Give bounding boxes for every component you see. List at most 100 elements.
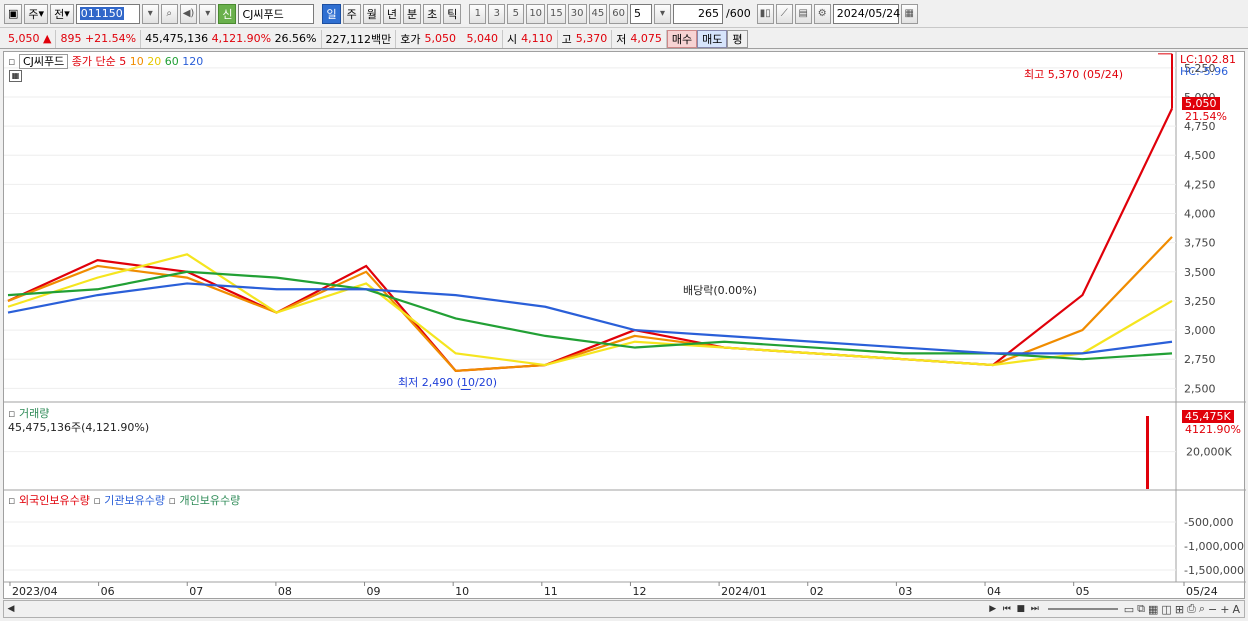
sound-icon[interactable]: ◀)	[179, 3, 198, 24]
interval-dropdown-icon[interactable]: ▾	[653, 3, 671, 24]
volume-value-label: 45,475,136주(4,121.90%)	[8, 421, 150, 434]
ma5-legend[interactable]: 5	[119, 55, 126, 68]
chart-window-icon[interactable]: ▣	[4, 3, 23, 24]
ma60-legend[interactable]: 60	[165, 55, 179, 68]
high-annotation: 최고 5,370 (05/24)	[1024, 68, 1124, 81]
period-main-label: 주	[28, 7, 39, 21]
period-prev-label: 전	[54, 7, 65, 21]
scroll-right-icon[interactable]: ▶	[986, 602, 1000, 616]
period-main-select[interactable]: 주 ▾	[24, 3, 49, 24]
period-day-button[interactable]: 일	[322, 3, 341, 24]
price-tick-label: 4,500	[1184, 149, 1216, 162]
chart-canvas[interactable]: 5,2505,0004,7504,5004,2504,0003,7503,500…	[4, 52, 1246, 600]
minus-icon[interactable]: −	[1208, 603, 1217, 616]
foreign-legend[interactable]: 외국인보유수량	[19, 494, 90, 507]
interval-45-button[interactable]: 45	[588, 3, 608, 24]
holding-legend: ▫ 외국인보유수량 ▫ 기관보유수량 ▫ 개인보유수량	[8, 492, 240, 508]
volume-pct-tag: 4121.90%	[1185, 423, 1241, 436]
inst-dot-icon: ▫	[93, 494, 101, 507]
ma-label[interactable]: 종가 단순	[72, 55, 116, 68]
history-dropdown-icon[interactable]: ▾	[199, 3, 217, 24]
holding-tick-label: -500,000	[1184, 516, 1233, 529]
calendar-icon[interactable]: ▦	[900, 3, 918, 24]
individual-legend[interactable]: 개인보유수량	[179, 494, 240, 507]
copy-icon[interactable]: ⧉	[1137, 602, 1145, 616]
count-input[interactable]: 265	[672, 3, 723, 24]
ma120-legend[interactable]: 120	[182, 55, 203, 68]
scroll-left-icon[interactable]: ◀	[4, 602, 18, 616]
price-change: 895 +21.54%	[56, 29, 142, 48]
new-badge: 신	[218, 3, 237, 24]
zoom-icon[interactable]: ⌕	[1199, 602, 1205, 616]
price-tick-label: 3,500	[1184, 266, 1216, 279]
x-tick-label: 08	[278, 585, 292, 598]
ma10-legend[interactable]: 10	[130, 55, 144, 68]
stock-code-input[interactable]: 011150	[75, 3, 140, 24]
volume-value: 45,475,136	[145, 32, 209, 45]
print-icon[interactable]: ⎙	[1187, 602, 1196, 616]
price-change-value: 895	[60, 32, 82, 45]
stop-icon[interactable]: ■	[1014, 602, 1028, 616]
period-month-button[interactable]: 월	[362, 3, 381, 24]
low-label: 저	[616, 32, 627, 46]
current-pct-tag: 21.54%	[1185, 110, 1227, 123]
extra-button[interactable]: 평	[727, 29, 748, 48]
institution-legend[interactable]: 기관보유수량	[104, 494, 165, 507]
period-second-button[interactable]: 초	[423, 3, 442, 24]
x-tick-label: 09	[367, 585, 381, 598]
interval-15-button[interactable]: 15	[547, 3, 566, 24]
interval-5-button[interactable]: 5	[507, 3, 525, 24]
high-label: 고	[561, 32, 572, 46]
ma20-legend[interactable]: 20	[147, 55, 161, 68]
high-value: 5,370	[575, 32, 608, 45]
interval-1-button[interactable]: 1	[469, 3, 487, 24]
zoom-slider[interactable]	[1047, 608, 1118, 610]
sell-button[interactable]: 매도	[697, 29, 728, 48]
x-tick-label: 2023/04	[12, 585, 58, 598]
grid-icon[interactable]: ▦	[1148, 603, 1158, 616]
buy-button[interactable]: 매수	[666, 29, 698, 48]
font-size-icon[interactable]: A	[1232, 603, 1240, 616]
compare-icon[interactable]: ⊞	[1175, 603, 1184, 616]
x-tick-label: 05	[1076, 585, 1090, 598]
ma5-line	[7, 108, 1173, 372]
code-dropdown-icon[interactable]: ▾	[141, 3, 159, 24]
chart-area[interactable]: 5,2505,0004,7504,5004,2504,0003,7503,500…	[3, 51, 1246, 600]
stock-name-field[interactable]: CJ씨푸드	[238, 3, 315, 24]
ask-label: 호가	[400, 32, 421, 46]
amount-value: 227,112백만	[325, 32, 392, 46]
count-value: 265	[697, 7, 719, 20]
interval-3-button[interactable]: 3	[488, 3, 506, 24]
gear-icon[interactable]: ⚙	[813, 3, 831, 24]
period-year-button[interactable]: 년	[382, 3, 401, 24]
draw-line-icon[interactable]: ⟋	[775, 3, 793, 24]
rewind-icon[interactable]: ⏮	[1000, 602, 1014, 616]
search-icon[interactable]: ⌕	[160, 3, 178, 24]
candle-type-icon[interactable]: ▮▯	[756, 3, 774, 24]
period-prev-select[interactable]: 전 ▾	[50, 3, 74, 24]
interval-60-button[interactable]: 60	[609, 3, 628, 24]
interval-30-button[interactable]: 30	[567, 3, 587, 24]
interval-input[interactable]: 5	[629, 3, 652, 24]
low-value: 4,075	[630, 32, 662, 45]
table-icon[interactable]: ▦	[9, 70, 22, 82]
price-change-pct: +21.54%	[84, 32, 137, 45]
date-input[interactable]: 2024/05/24	[832, 3, 900, 24]
period-tick-button[interactable]: 틱	[443, 3, 462, 24]
price-tick-label: 4,250	[1184, 178, 1216, 191]
period-minute-button[interactable]: 분	[402, 3, 422, 24]
holding-dot-icon: ▫	[8, 494, 16, 507]
x-tick-label: 05/24	[1186, 585, 1218, 598]
x-tick-label: 10	[455, 585, 469, 598]
split-icon[interactable]: ◫	[1161, 603, 1171, 616]
x-tick-label: 12	[632, 585, 646, 598]
layout-icon[interactable]: ▭	[1124, 603, 1134, 616]
interval-10-button[interactable]: 10	[526, 3, 546, 24]
fast-forward-icon[interactable]: ⏭	[1028, 602, 1042, 616]
plus-icon[interactable]: +	[1220, 603, 1229, 616]
save-icon[interactable]: ▤	[794, 3, 812, 24]
stock-name-legend[interactable]: CJ씨푸드	[18, 54, 69, 69]
x-tick-label: 07	[189, 585, 203, 598]
price-legend: ▫ CJ씨푸드 종가 단순 5 10 20 60 120	[8, 53, 203, 69]
period-week-button[interactable]: 주	[342, 3, 361, 24]
